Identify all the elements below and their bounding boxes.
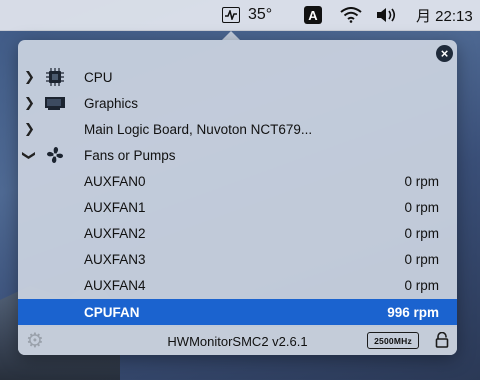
cpu-chip-icon [44, 67, 66, 87]
popover-arrow [222, 31, 240, 40]
hwmonitor-status-item[interactable]: 35° [222, 0, 272, 30]
fan-name: AUXFAN3 [84, 251, 146, 267]
fan-row[interactable]: AUXFAN2 0 rpm [18, 220, 457, 246]
input-source-item[interactable]: A [304, 0, 322, 30]
input-source-icon: A [304, 6, 322, 24]
wifi-icon [340, 7, 362, 23]
fan-row-selected[interactable]: CPUFAN 996 rpm [18, 299, 457, 325]
section-cpu[interactable]: ❯ CPU [18, 64, 457, 90]
fan-row[interactable]: AUXFAN0 0 rpm [18, 168, 457, 194]
fan-speed: 0 rpm [404, 173, 439, 189]
section-label: CPU [84, 69, 113, 85]
fan-row[interactable]: AUXFAN1 0 rpm [18, 194, 457, 220]
temperature-readout: 35° [248, 6, 273, 23]
clock[interactable]: 月 22:13 [416, 0, 473, 30]
frequency-badge[interactable]: 2500MHz [367, 332, 419, 349]
hwmonitor-popover: × ❯ CPU ❯ Graphics ❯ Main Logic Board, N… [18, 40, 457, 355]
fan-speed: 0 rpm [404, 225, 439, 241]
section-label: Fans or Pumps [84, 147, 176, 163]
close-button[interactable]: × [436, 45, 453, 62]
lock-icon[interactable] [435, 332, 449, 348]
section-main-logic-board[interactable]: ❯ Main Logic Board, Nuvoton NCT679... [18, 116, 457, 142]
section-graphics[interactable]: ❯ Graphics [18, 90, 457, 116]
fan-speed: 0 rpm [404, 251, 439, 267]
fan-name: AUXFAN0 [84, 173, 146, 189]
speaker-volume-icon [377, 8, 396, 22]
chevron-down-icon[interactable]: ❯ [21, 150, 37, 161]
fan-name: CPUFAN [84, 304, 140, 320]
section-label: Graphics [84, 95, 139, 111]
fan-name: AUXFAN2 [84, 225, 146, 241]
wifi-status-item[interactable] [340, 0, 362, 30]
fan-speed: 0 rpm [404, 277, 439, 293]
chevron-right-icon[interactable]: ❯ [24, 69, 35, 85]
volume-status-item[interactable] [376, 0, 398, 30]
fan-name: AUXFAN1 [84, 199, 146, 215]
fan-row[interactable]: AUXFAN3 0 rpm [18, 246, 457, 272]
fan-speed: 996 rpm [387, 304, 439, 320]
section-label: Main Logic Board, Nuvoton NCT679... [84, 121, 313, 137]
menu-bar: 35° A 月 22:13 [0, 0, 480, 31]
hwmonitor-icon [222, 7, 240, 23]
popover-footer: ⚙ HWMonitorSMC2 v2.6.1 2500MHz [18, 327, 457, 355]
chevron-right-icon[interactable]: ❯ [24, 121, 35, 137]
graphics-card-icon [44, 93, 66, 113]
fan-row[interactable]: AUXFAN4 0 rpm [18, 272, 457, 298]
chevron-right-icon[interactable]: ❯ [24, 95, 35, 111]
section-fans-or-pumps[interactable]: ❯ Fans or Pumps [18, 142, 457, 168]
fan-icon [44, 145, 66, 165]
fan-name: AUXFAN4 [84, 277, 146, 293]
fan-speed: 0 rpm [404, 199, 439, 215]
